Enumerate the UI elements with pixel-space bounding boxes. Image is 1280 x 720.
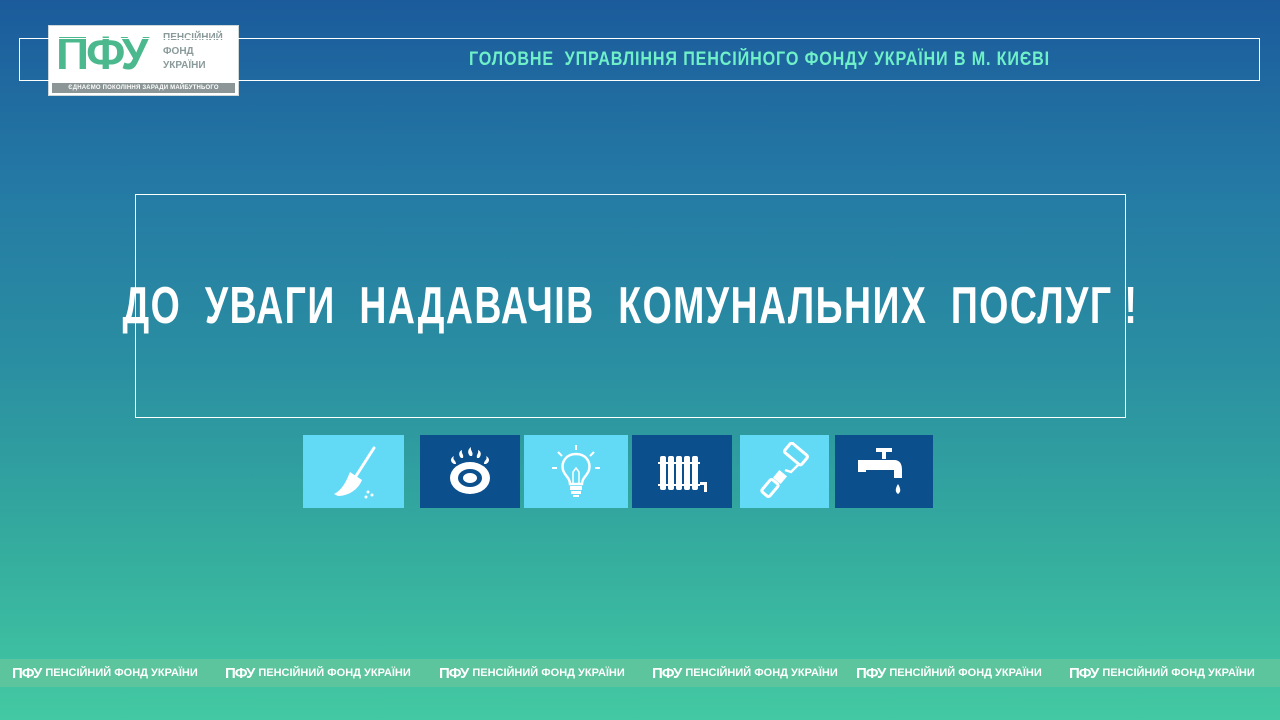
- footer-brand-item: ПФУ ПЕНСІЙНИЙ ФОНД УКРАЇНИ: [225, 659, 411, 687]
- footer-brand-strip: ПФУ ПЕНСІЙНИЙ ФОНД УКРАЇНИ ПФУ ПЕНСІЙНИЙ…: [0, 659, 1280, 687]
- radiator-icon: [658, 455, 707, 492]
- footer-text: ПЕНСІЙНИЙ ФОНД УКРАЇНИ: [472, 667, 625, 679]
- footer-text: ПЕНСІЙНИЙ ФОНД УКРАЇНИ: [889, 667, 1042, 679]
- repair-tile: [740, 435, 829, 508]
- logo-tagline: ЄДНАЄМО ПОКОЛІННЯ ЗАРАДИ МАЙБУТНЬОГО: [52, 83, 235, 93]
- footer-brand-item: ПФУ ПЕНСІЙНИЙ ФОНД УКРАЇНИ: [12, 659, 198, 687]
- electricity-tile: [524, 435, 628, 508]
- water-tap-icon: [858, 447, 902, 494]
- footer-mark: ПФУ: [12, 664, 42, 682]
- footer-text: ПЕНСІЙНИЙ ФОНД УКРАЇНИ: [258, 667, 411, 679]
- footer-brand-item: ПФУ ПЕНСІЙНИЙ ФОНД УКРАЇНИ: [652, 659, 838, 687]
- announcement-title: ДО УВАГИ НАДАВАЧІВ КОМУНАЛЬНИХ ПОСЛУГ !: [122, 277, 1139, 335]
- gas-tile: [420, 435, 520, 508]
- footer-mark: ПФУ: [1069, 664, 1099, 682]
- footer-text: ПЕНСІЙНИЙ ФОНД УКРАЇНИ: [685, 667, 838, 679]
- footer-mark: ПФУ: [439, 664, 469, 682]
- footer-mark: ПФУ: [856, 664, 886, 682]
- header-title: ГОЛОВНЕ УПРАВЛІННЯ ПЕНСІЙНОГО ФОНДУ УКРА…: [468, 48, 1051, 70]
- footer-brand-item: ПФУ ПЕНСІЙНИЙ ФОНД УКРАЇНИ: [1069, 659, 1255, 687]
- footer-brand-item: ПФУ ПЕНСІЙНИЙ ФОНД УКРАЇНИ: [856, 659, 1042, 687]
- footer-text: ПЕНСІЙНИЙ ФОНД УКРАЇНИ: [1102, 667, 1255, 679]
- broom-tile: [303, 435, 404, 508]
- header-bar: ГОЛОВНЕ УПРАВЛІННЯ ПЕНСІЙНОГО ФОНДУ УКРА…: [19, 38, 1260, 81]
- footer-mark: ПФУ: [225, 664, 255, 682]
- announcement-box: ДО УВАГИ НАДАВАЧІВ КОМУНАЛЬНИХ ПОСЛУГ !: [123, 194, 1137, 418]
- footer-text: ПЕНСІЙНИЙ ФОНД УКРАЇНИ: [45, 667, 198, 679]
- footer-mark: ПФУ: [652, 664, 682, 682]
- heating-tile: [632, 435, 732, 508]
- water-tile: [835, 435, 933, 508]
- light-bulb-icon: [552, 444, 600, 497]
- broom-icon: [333, 446, 375, 498]
- gas-burner-icon: [450, 446, 490, 494]
- paint-roller-icon: [759, 441, 809, 498]
- footer-brand-item: ПФУ ПЕНСІЙНИЙ ФОНД УКРАЇНИ: [439, 659, 625, 687]
